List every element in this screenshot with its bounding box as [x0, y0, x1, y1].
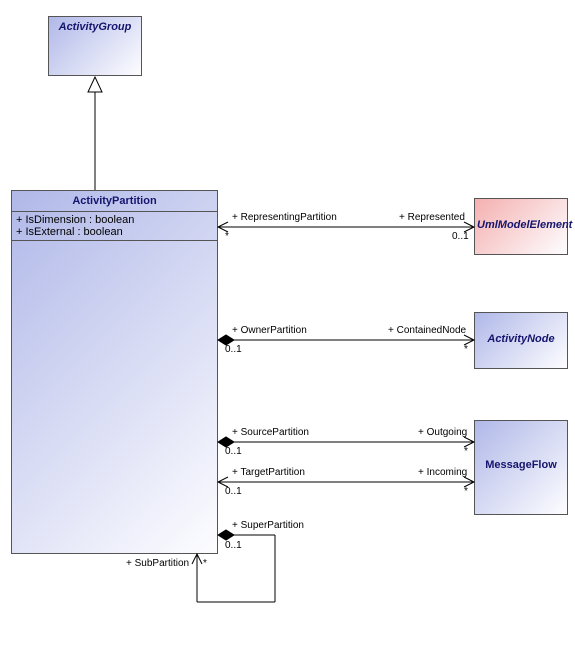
class-name: ActivityPartition	[12, 191, 217, 211]
class-name: MessageFlow	[475, 421, 567, 475]
attr: + IsExternal : boolean	[16, 226, 213, 238]
mult-target-partition: 0..1	[225, 486, 242, 497]
mult-outgoing: *	[464, 446, 468, 457]
role-target-partition: + TargetPartition	[232, 467, 305, 478]
role-source-partition: + SourcePartition	[232, 427, 309, 438]
attr-section: + IsDimension : boolean + IsExternal : b…	[12, 211, 217, 240]
mult-sub-partition: *	[203, 558, 207, 569]
role-representing-partition: + RepresentingPartition	[232, 212, 337, 223]
class-activity-partition: ActivityPartition + IsDimension : boolea…	[11, 190, 218, 554]
attr: + IsDimension : boolean	[16, 214, 213, 226]
role-contained-node: + ContainedNode	[388, 325, 466, 336]
class-name: ActivityGroup	[49, 17, 141, 37]
class-message-flow: MessageFlow	[474, 420, 568, 515]
role-represented: + Represented	[399, 212, 465, 223]
mult-source-partition: 0..1	[225, 446, 242, 457]
mult-represented: 0..1	[452, 231, 469, 242]
mult-super-partition: 0..1	[225, 540, 242, 551]
mult-owner-partition: 0..1	[225, 344, 242, 355]
role-super-partition: + SuperPartition	[232, 520, 304, 531]
role-owner-partition: + OwnerPartition	[232, 325, 307, 336]
role-sub-partition: + SubPartition	[126, 558, 189, 569]
mult-representing-partition: *	[225, 231, 229, 242]
class-uml-model-element: UmlModelElement	[474, 198, 568, 255]
ops-section	[12, 240, 217, 250]
class-activity-group: ActivityGroup	[48, 16, 142, 76]
class-name: UmlModelElement	[475, 199, 567, 235]
class-activity-node: ActivityNode	[474, 312, 568, 369]
mult-contained-node: *	[464, 344, 468, 355]
mult-incoming: *	[464, 486, 468, 497]
role-outgoing: + Outgoing	[418, 427, 467, 438]
class-name: ActivityNode	[475, 313, 567, 349]
role-incoming: + Incoming	[418, 467, 467, 478]
